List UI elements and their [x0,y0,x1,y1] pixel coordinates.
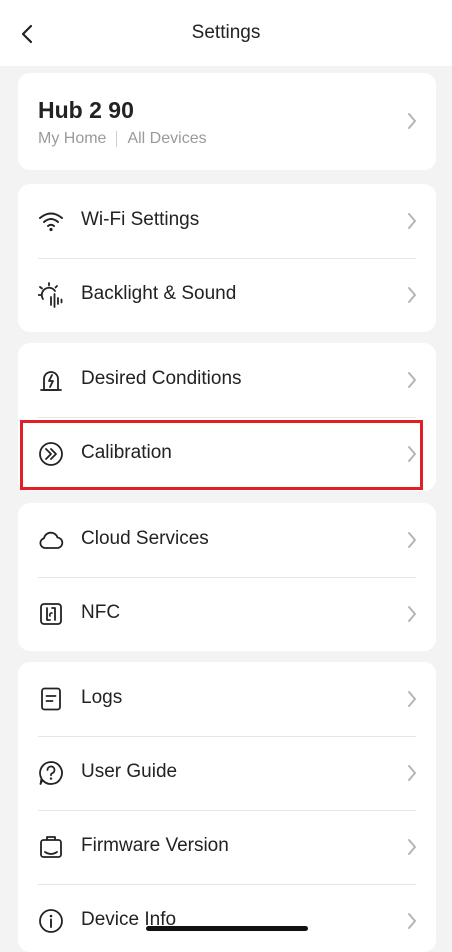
home-indicator [146,926,308,931]
row-label: Logs [81,687,123,708]
row-label: User Guide [81,761,178,782]
calibration-icon [38,441,64,467]
row-label: Wi-Fi Settings [81,209,200,230]
nfc-row[interactable]: NFC [18,577,436,651]
chevron-right-icon [406,211,418,231]
cloud-icon [38,527,64,553]
settings-group-network: Wi-Fi Settings Backlight & Sound [18,184,436,332]
chevron-right-icon [406,530,418,550]
row-label: Firmware Version [81,835,229,856]
desired-conditions-row[interactable]: Desired Conditions [18,343,436,417]
settings-group-climate: Desired Conditions Calibration [18,343,436,491]
firmware-version-row[interactable]: Firmware Version [18,810,436,884]
row-label: Backlight & Sound [81,283,237,304]
divider [116,131,118,147]
settings-group-info: Logs User Guide Firmware Version Device … [18,662,436,952]
top-bar: Settings [0,0,452,66]
chevron-right-icon [406,911,418,931]
hub-location: My Home [38,130,107,147]
hub-location-line: My Home All Devices [38,130,207,148]
chevron-right-icon [406,111,418,131]
conditions-icon [38,367,64,393]
settings-group-connectivity: Cloud Services NFC [18,503,436,651]
wifi-settings-row[interactable]: Wi-Fi Settings [18,184,436,258]
chevron-right-icon [406,689,418,709]
chevron-right-icon [406,604,418,624]
logs-icon [38,686,64,712]
chevron-right-icon [406,285,418,305]
wifi-icon [38,208,64,234]
sun-sound-icon [38,282,64,308]
page-title: Settings [191,22,261,43]
question-icon [38,760,64,786]
chevron-right-icon [406,370,418,390]
backlight-sound-row[interactable]: Backlight & Sound [18,258,436,332]
chevron-right-icon [406,837,418,857]
calibration-row[interactable]: Calibration [18,417,436,491]
chevron-right-icon [406,763,418,783]
chevron-right-icon [406,444,418,464]
hub-name: Hub 2 90 [38,97,134,123]
nfc-icon [38,601,64,627]
firmware-icon [38,834,64,860]
user-guide-row[interactable]: User Guide [18,736,436,810]
row-label: NFC [81,602,121,623]
row-label: Cloud Services [81,528,209,549]
cloud-services-row[interactable]: Cloud Services [18,503,436,577]
hub-card[interactable]: Hub 2 90 My Home All Devices [18,73,436,170]
hub-scope: All Devices [127,130,207,147]
row-label: Desired Conditions [81,368,242,389]
device-info-row[interactable]: Device Info [18,884,436,952]
info-icon [38,908,64,934]
row-label: Calibration [81,442,172,463]
logs-row[interactable]: Logs [18,662,436,736]
